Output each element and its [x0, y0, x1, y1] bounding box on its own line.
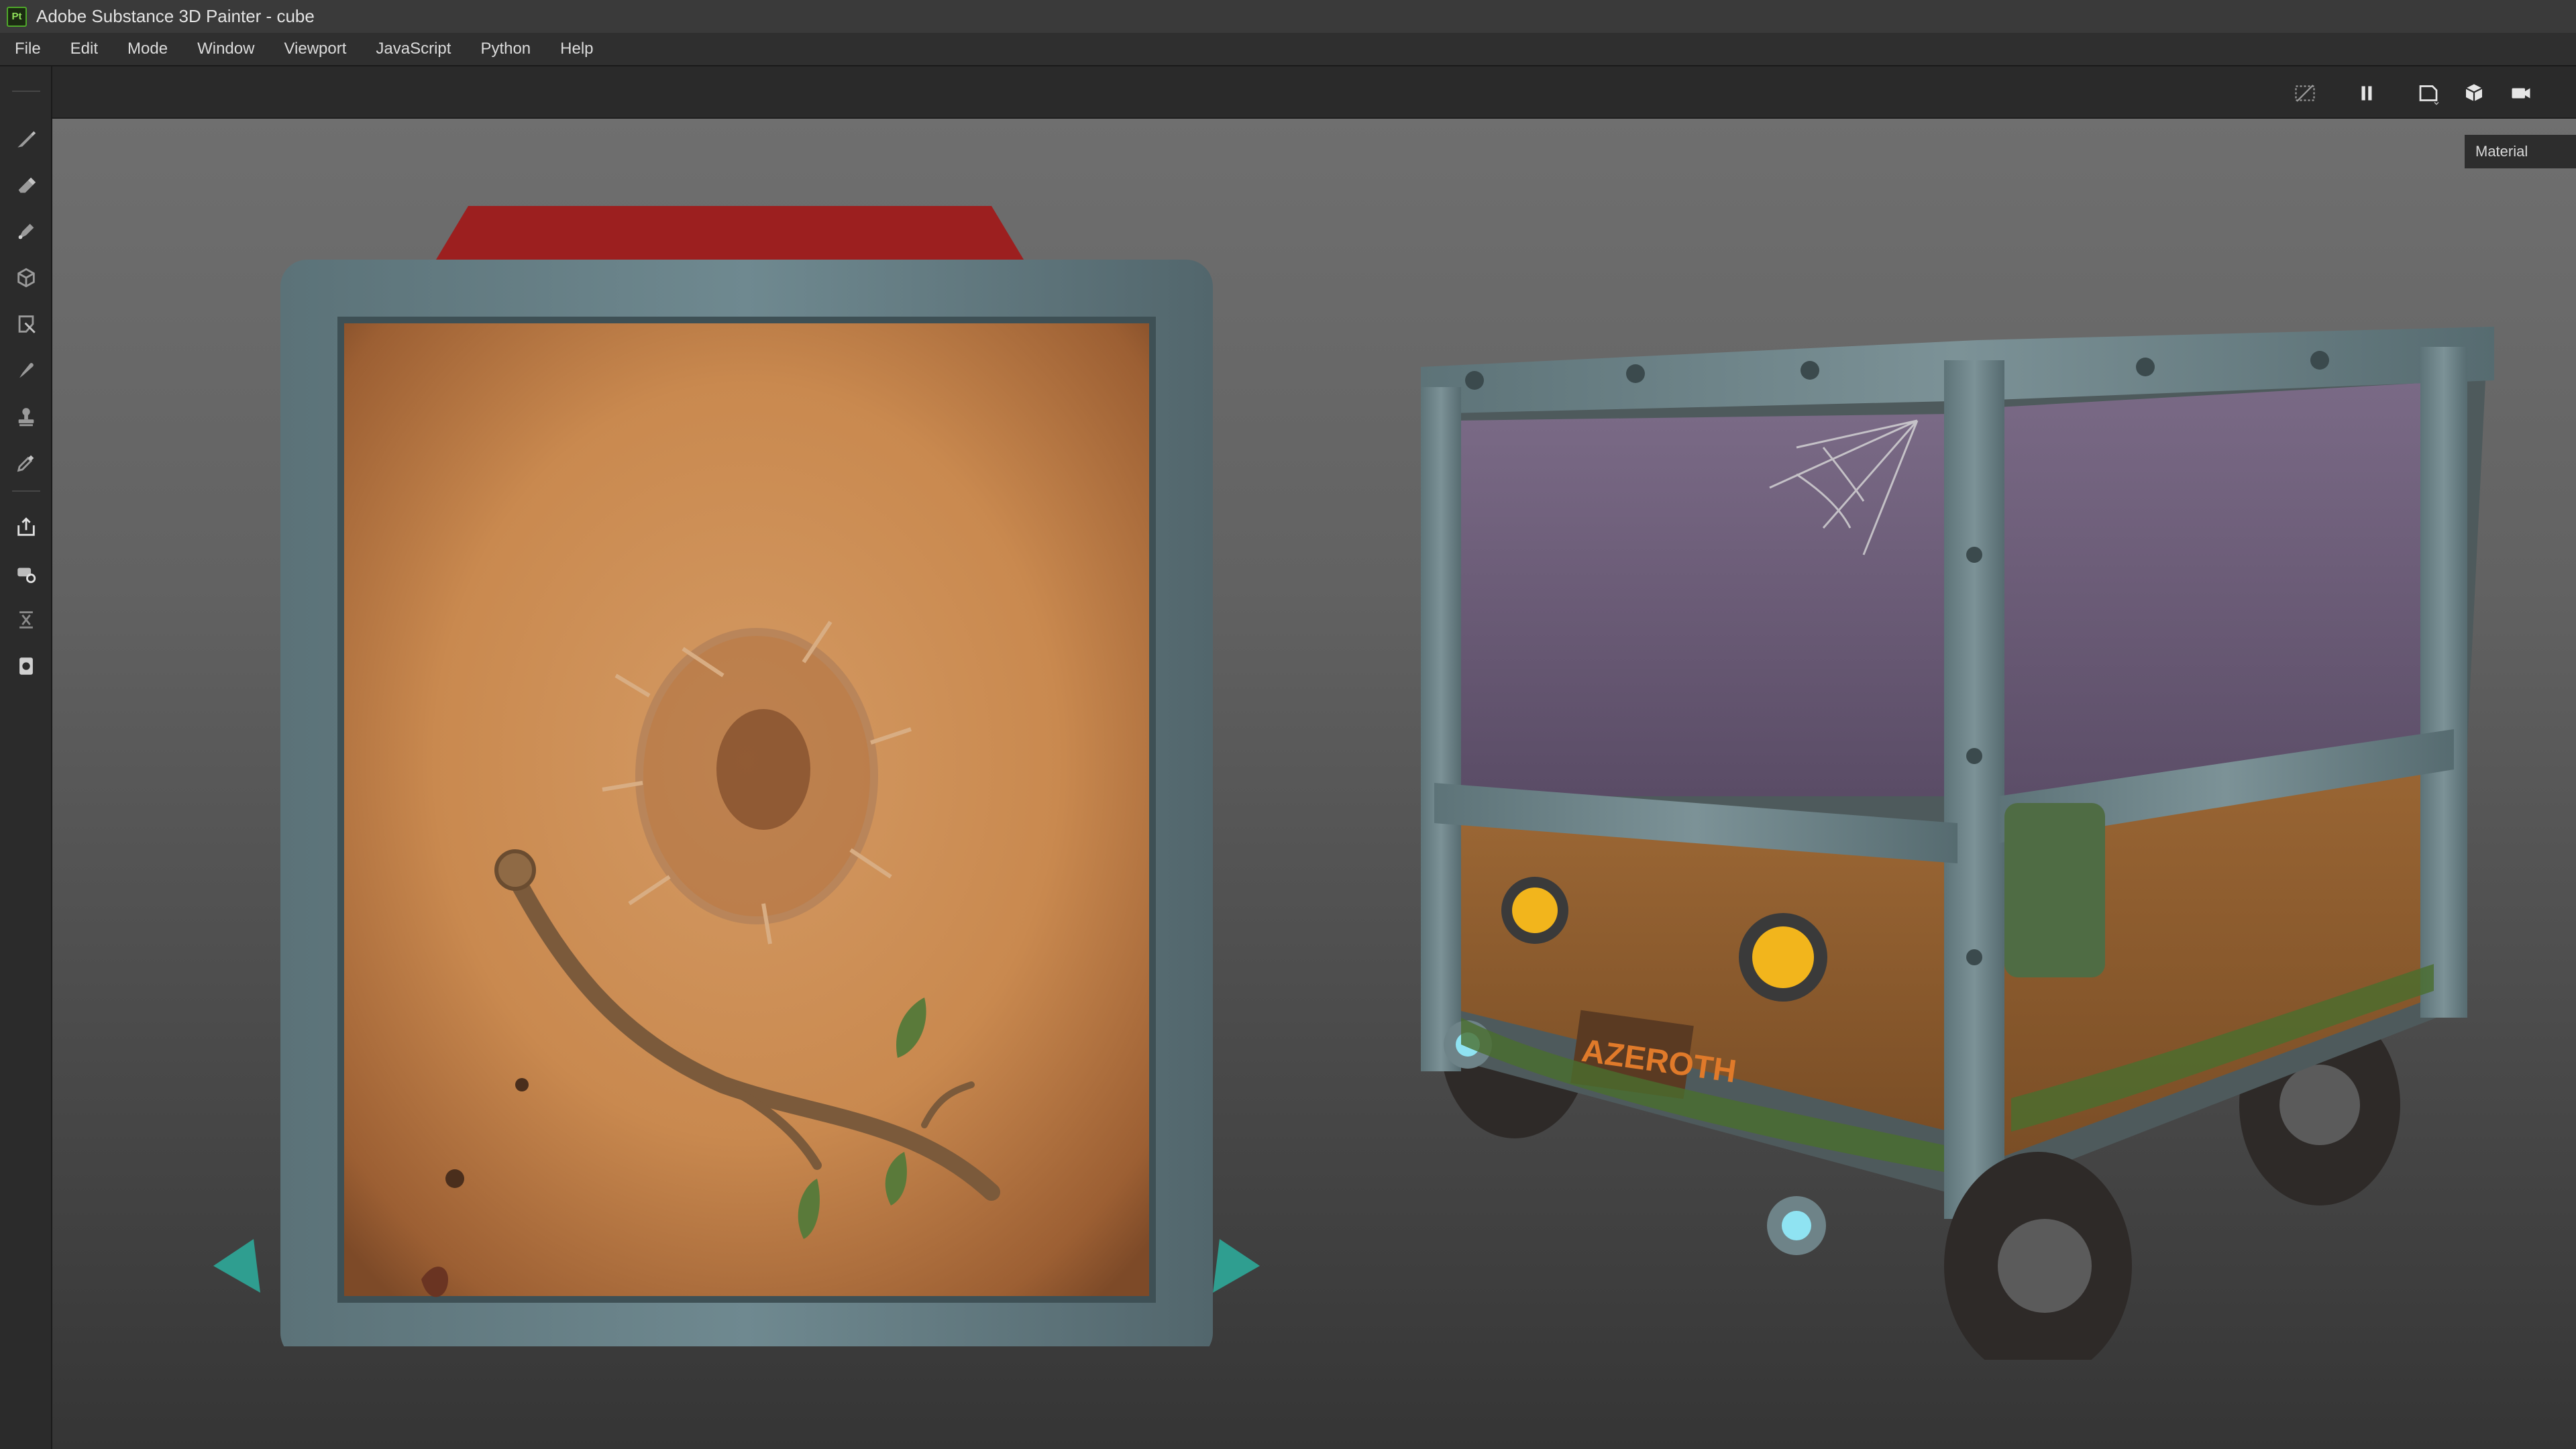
eraser-icon[interactable]	[13, 172, 40, 199]
menu-bar: File Edit Mode Window Viewport JavaScrip…	[0, 33, 2576, 66]
menu-file[interactable]: File	[0, 32, 56, 66]
menu-mode[interactable]: Mode	[113, 32, 182, 66]
menu-viewport[interactable]: Viewport	[269, 32, 361, 66]
menu-edit[interactable]: Edit	[56, 32, 113, 66]
hide-overlay-icon[interactable]	[2290, 78, 2320, 108]
crate-model	[213, 206, 1260, 1346]
paint-brush-icon[interactable]	[13, 125, 40, 152]
left-toolbar	[0, 66, 52, 1449]
front-windshield	[1454, 414, 1951, 796]
toolbar-separator	[12, 490, 40, 492]
color-picker-icon[interactable]	[13, 449, 40, 476]
display-mode-icon[interactable]	[2459, 78, 2489, 108]
menu-window[interactable]: Window	[182, 32, 269, 66]
frame-select-icon[interactable]	[2414, 78, 2443, 108]
menu-help[interactable]: Help	[545, 32, 608, 66]
bake-icon[interactable]	[13, 514, 40, 541]
3d-viewport[interactable]: Material AZEROTH	[52, 119, 2576, 1449]
projection-icon[interactable]	[13, 218, 40, 245]
export-icon[interactable]	[13, 653, 40, 680]
menu-python[interactable]: Python	[466, 32, 545, 66]
toolbar-grip	[12, 91, 40, 92]
camera-icon[interactable]	[2506, 78, 2536, 108]
measure-icon[interactable]	[13, 560, 40, 587]
app-logo-icon: Pt	[7, 6, 27, 27]
polygon-fill-icon[interactable]	[13, 311, 40, 337]
channel-label: Material	[2465, 135, 2576, 168]
align-icon[interactable]	[13, 606, 40, 633]
title-bar: Pt Adobe Substance 3D Painter - cube	[0, 0, 2576, 33]
clone-stamp-icon[interactable]	[13, 403, 40, 430]
smudge-icon[interactable]	[13, 357, 40, 384]
viewport-toolbar	[52, 66, 2576, 119]
menu-javascript[interactable]: JavaScript	[361, 32, 466, 66]
pause-icon[interactable]	[2352, 78, 2381, 108]
van-model: AZEROTH	[1421, 327, 2494, 1360]
window-title: Adobe Substance 3D Painter - cube	[36, 6, 315, 26]
geometry-mask-icon[interactable]	[13, 264, 40, 291]
